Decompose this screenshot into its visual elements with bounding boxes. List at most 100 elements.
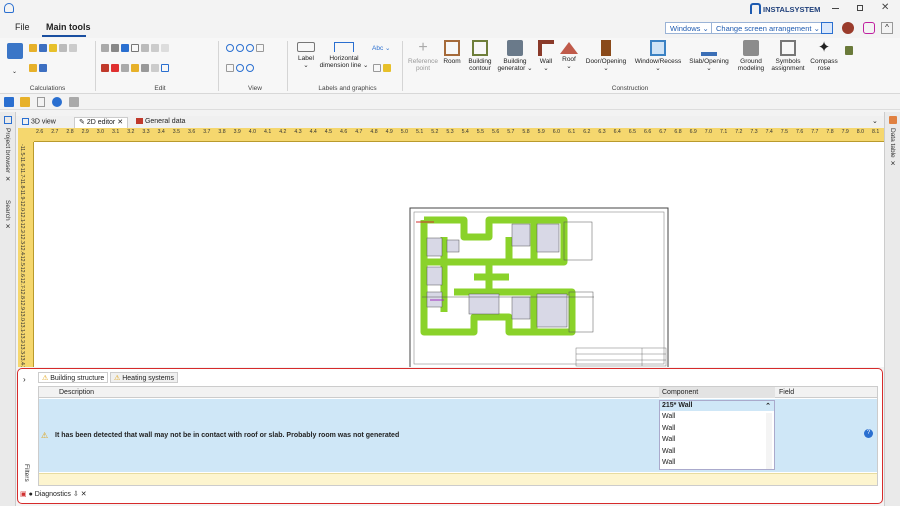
windows-dropdown[interactable]: Windows ⌄ — [665, 22, 714, 34]
roof-button[interactable]: Roof ⌄ — [558, 40, 580, 70]
project-browser-tab[interactable]: Project browser ✕ — [3, 128, 11, 183]
zoom-all-icon[interactable] — [246, 64, 254, 72]
list-scrollbar[interactable] — [766, 413, 772, 469]
calc-icon-4[interactable] — [59, 44, 67, 52]
undo-quick-icon[interactable] — [52, 97, 62, 107]
print-icon[interactable] — [69, 97, 79, 107]
close-icon[interactable]: ✕ — [881, 2, 889, 13]
calc-icon-5[interactable] — [69, 44, 77, 52]
note-icon[interactable] — [383, 64, 391, 72]
minimize-icon[interactable] — [832, 8, 839, 9]
calc-icon-7[interactable] — [39, 64, 47, 72]
database-icon[interactable] — [842, 22, 854, 34]
symbols-assignment-button[interactable]: Symbols assignment — [768, 40, 808, 72]
list-item[interactable]: Wall — [662, 413, 766, 425]
bracket-icon[interactable] — [141, 44, 149, 52]
user-icon[interactable] — [863, 22, 875, 34]
col-description[interactable]: Description — [59, 389, 94, 396]
component-list[interactable]: Wall Wall Wall Wall Wall — [662, 413, 766, 471]
building-generator-button[interactable]: Building generator ⌄ — [497, 40, 533, 72]
align-icon[interactable] — [141, 64, 149, 72]
compass-rose-button[interactable]: ✦ Compass rose — [808, 40, 840, 73]
ruler-tick-label: 5.5 — [476, 129, 485, 135]
calc-icon-1[interactable] — [29, 44, 37, 52]
calc-icon-2[interactable] — [39, 44, 47, 52]
component-selected[interactable]: 215* Wall ⌃ — [660, 401, 774, 411]
copy-icon[interactable] — [101, 44, 109, 52]
abc-button[interactable]: Abc ⌄ — [372, 44, 390, 52]
diagnostics-close-icon[interactable]: ✕ — [81, 491, 87, 498]
reference-point-button[interactable]: + Reference point — [404, 40, 442, 73]
calc-icon-6[interactable] — [29, 64, 37, 72]
zoom-out-icon[interactable] — [236, 44, 244, 52]
room-button[interactable]: Room — [441, 40, 463, 65]
list-item[interactable]: Wall — [662, 425, 766, 437]
window-recess-button[interactable]: Window/Recess ⌄ — [632, 40, 684, 72]
calc-icon-3[interactable] — [49, 44, 57, 52]
pan-icon[interactable] — [226, 64, 234, 72]
open-icon[interactable] — [20, 97, 30, 107]
diagnostics-title[interactable]: Diagnostics — [35, 491, 71, 498]
tab-3d-view[interactable]: 3D view — [22, 118, 56, 125]
copy-format-icon[interactable] — [121, 64, 129, 72]
label-button[interactable]: Label ⌄ — [292, 42, 320, 69]
chevron-up-icon[interactable]: ⌃ — [765, 402, 771, 410]
right-dock-icon[interactable] — [889, 116, 897, 124]
list-item[interactable]: Wall — [662, 459, 766, 471]
building-contour-button[interactable]: Building contour — [464, 40, 496, 72]
table-row[interactable]: ⚠ It has been detected that wall may not… — [39, 399, 877, 472]
slab-opening-button[interactable]: Slab/Opening ⌄ — [686, 40, 732, 72]
extra-construction-icon[interactable] — [845, 46, 853, 55]
ground-modeling-button[interactable]: Ground modeling — [734, 40, 768, 72]
component-selector[interactable]: 215* Wall ⌃ Wall Wall Wall Wall Wall — [659, 400, 775, 470]
tab-close-icon[interactable]: ✕ — [117, 119, 123, 126]
door-opening-button[interactable]: Door/Opening ⌄ — [583, 40, 629, 72]
shape-icon[interactable] — [151, 44, 159, 52]
monitor-icon[interactable] — [821, 22, 833, 34]
search-tab[interactable]: Search ✕ — [3, 200, 11, 230]
calc-dropdown-icon[interactable]: ⌄ — [12, 68, 17, 75]
drawing-canvas[interactable] — [34, 142, 884, 367]
diag-tab-heating-systems[interactable]: ⚠ Heating systems — [110, 372, 178, 383]
zoom-prev-icon[interactable] — [236, 64, 244, 72]
screen-arrangement-dropdown[interactable]: Change screen arrangement ⌄ — [711, 22, 825, 34]
tabs-dropdown-icon[interactable]: ⌄ — [872, 117, 878, 125]
tab-2d-editor[interactable]: ✎ 2D editor ✕ — [74, 117, 129, 128]
menu-file[interactable]: File — [15, 22, 30, 32]
text-icon[interactable] — [161, 64, 169, 72]
tab-general-data[interactable]: General data — [136, 118, 185, 125]
grid-icon[interactable] — [161, 44, 169, 52]
frame-icon[interactable] — [131, 44, 139, 52]
dimension-icon — [334, 42, 354, 52]
col-component[interactable]: Component — [659, 387, 775, 398]
delete-icon[interactable] — [111, 64, 119, 72]
calc-big-icon[interactable] — [7, 43, 23, 59]
horizontal-dimension-button[interactable]: Horizontal dimension line ⌄ — [318, 42, 370, 69]
help-icon[interactable]: ? — [864, 429, 873, 438]
pin-icon[interactable]: ⇩ — [73, 491, 79, 498]
save-icon[interactable] — [4, 97, 14, 107]
filters-tab[interactable]: Filters — [23, 464, 30, 482]
floorplan-drawing — [409, 207, 669, 367]
wall-button[interactable]: Wall ⌄ — [535, 40, 557, 72]
zoom-in-icon[interactable] — [226, 44, 234, 52]
left-dock-grid-icon[interactable] — [4, 116, 12, 124]
collapse-ribbon-icon[interactable]: ^ — [881, 22, 893, 34]
col-field[interactable]: Field — [779, 389, 794, 396]
zoom-window-icon[interactable] — [246, 44, 254, 52]
list-item[interactable]: Wall — [662, 448, 766, 460]
restore-icon[interactable] — [857, 5, 863, 11]
select-icon[interactable] — [131, 64, 139, 72]
rotate-icon[interactable] — [151, 64, 159, 72]
data-table-tab[interactable]: Data table ✕ — [888, 128, 896, 167]
image-icon[interactable] — [373, 64, 381, 72]
paste-icon[interactable] — [111, 44, 119, 52]
zoom-extents-icon[interactable] — [256, 44, 264, 52]
list-item[interactable]: Wall — [662, 436, 766, 448]
menu-main-tools[interactable]: Main tools — [46, 22, 91, 32]
undo-icon[interactable] — [121, 44, 129, 52]
cut-icon[interactable] — [101, 64, 109, 72]
new-icon[interactable] — [37, 97, 45, 107]
expand-chevron-icon[interactable]: › — [23, 375, 26, 384]
diag-tab-building-structure[interactable]: ⚠ Building structure — [38, 372, 109, 383]
